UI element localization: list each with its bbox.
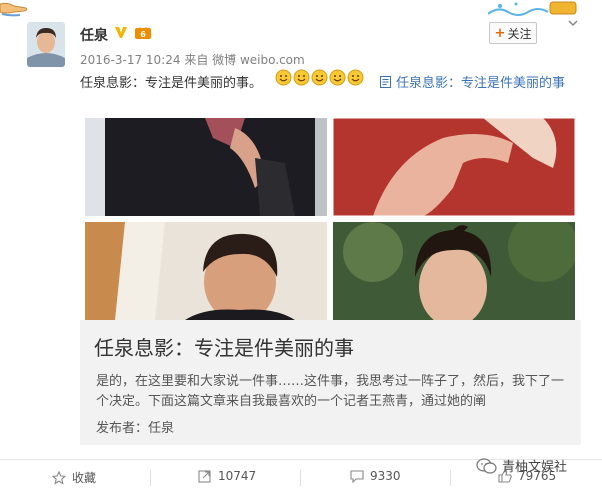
avatar[interactable] xyxy=(27,22,65,67)
action-divider xyxy=(300,470,301,486)
smiley-emoji-icon xyxy=(347,69,364,86)
comment-button[interactable]: 9330 xyxy=(350,469,401,483)
vip-crown-icon[interactable]: 6 xyxy=(134,24,152,40)
photo-young-man-trees xyxy=(333,222,575,320)
article-link[interactable]: 任泉息影：专注是件美丽的事 xyxy=(380,72,565,91)
action-divider xyxy=(450,470,451,486)
follow-label: 关注 xyxy=(507,26,532,41)
post-text: 任泉息影：专注是件美丽的事。 xyxy=(80,76,263,91)
watermark-text: 青柚文娱社 xyxy=(502,460,568,475)
photo-hand-red xyxy=(333,118,575,216)
comment-count: 9330 xyxy=(370,469,401,483)
article-cover-image xyxy=(80,118,581,320)
repost-icon xyxy=(198,470,211,483)
article-link-text: 任泉息影：专注是件美丽的事 xyxy=(396,76,566,91)
username[interactable]: 任泉 xyxy=(80,25,108,45)
repost-button[interactable]: 10747 xyxy=(198,469,256,483)
svg-text:6: 6 xyxy=(140,30,146,39)
post-meta: 2016-3-17 10:24 来自 微博 weibo.com xyxy=(80,51,305,68)
star-icon xyxy=(52,470,66,485)
post-timestamp[interactable]: 2016-3-17 10:24 xyxy=(80,53,181,67)
smiley-emoji-icon xyxy=(275,69,292,86)
follow-button[interactable]: + 关注 xyxy=(489,22,537,44)
smiley-emoji-icon xyxy=(311,69,328,86)
hand-sticker-icon xyxy=(0,2,28,17)
photo-dark-jacket xyxy=(85,118,327,216)
comment-icon xyxy=(350,470,364,483)
card-title: 任泉息影：专注是件美丽的事 xyxy=(94,336,354,360)
smiley-emoji-icon xyxy=(329,69,346,86)
smiley-emoji-icon xyxy=(293,69,310,86)
card-body: 是的，在这里要和大家说一件事……这件事，我思考过一阵子了，然后，我下了一个决定。… xyxy=(96,374,565,409)
favorite-button[interactable]: 收藏 xyxy=(52,469,96,486)
plus-icon: + xyxy=(494,25,506,41)
emoji-row xyxy=(275,69,364,86)
article-doc-icon xyxy=(380,75,391,88)
repost-count: 10747 xyxy=(218,469,257,483)
verified-v-icon xyxy=(115,27,127,38)
watermark: 青柚文娱社 xyxy=(476,456,567,475)
card-author: 发布者：任泉 xyxy=(96,421,175,436)
wechat-logo-icon xyxy=(476,457,497,474)
photo-man-window xyxy=(85,222,327,320)
chevron-down-icon[interactable] xyxy=(566,16,580,30)
action-divider xyxy=(150,470,151,486)
post-source[interactable]: 微博 weibo.com xyxy=(212,53,305,67)
article-card[interactable]: 任泉息影：专注是件美丽的事 是的，在这里要和大家说一件事……这件事，我思考过一阵… xyxy=(80,118,581,445)
post-source-prefix: 来自 xyxy=(184,53,209,67)
favorite-label: 收藏 xyxy=(72,471,97,485)
